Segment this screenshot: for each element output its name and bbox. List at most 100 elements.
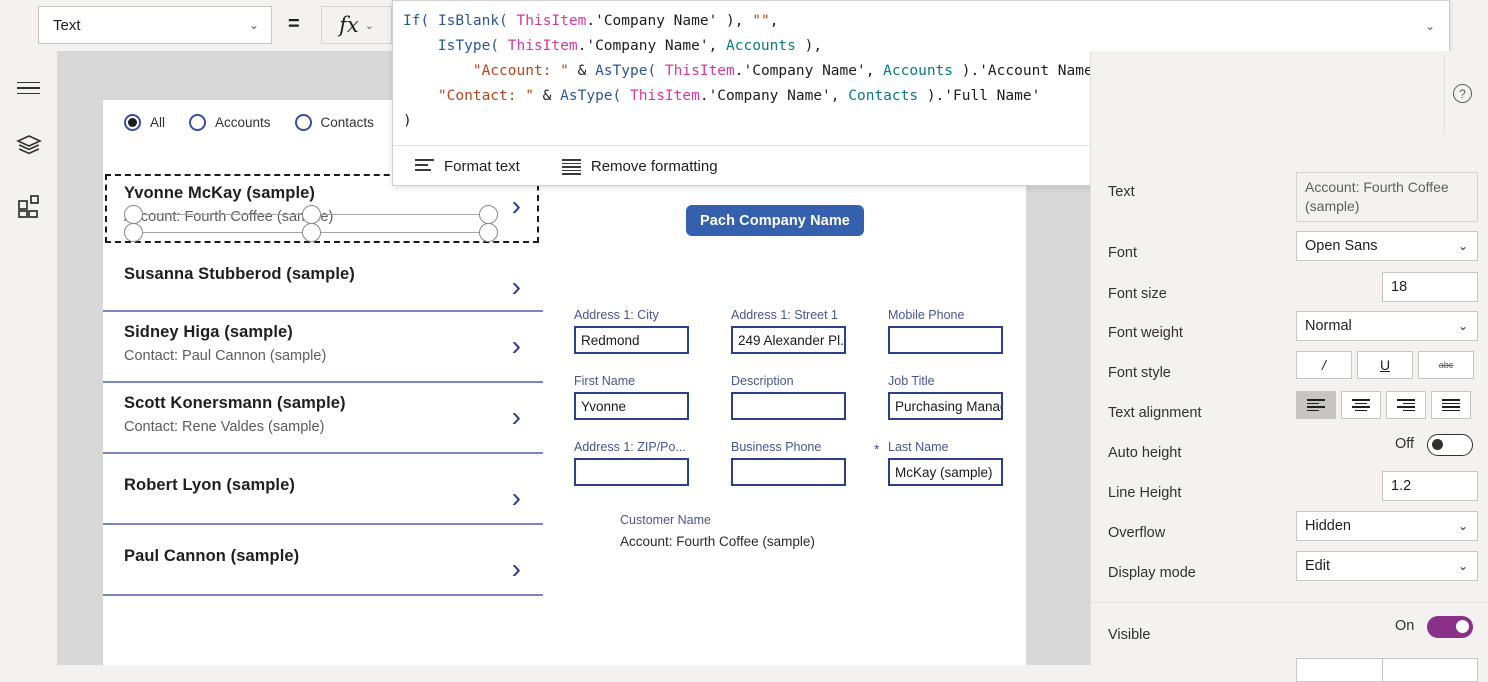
radio-accounts[interactable]: Accounts — [189, 114, 271, 131]
business-phone-input[interactable] — [731, 458, 846, 486]
field-last-name: * Last Name McKay (sample) — [888, 440, 1003, 486]
list-item[interactable]: Paul Cannon (sample) › — [103, 525, 543, 594]
field-address-street: Address 1: Street 1 249 Alexander Pl. — [731, 308, 846, 354]
field-address-city: Address 1: City Redmond — [574, 308, 689, 354]
display-mode-select-value: Edit — [1305, 558, 1330, 574]
list-item[interactable]: Robert Lyon (sample) › — [103, 454, 543, 523]
remove-formatting-icon — [562, 159, 581, 173]
font-weight-select-value: Normal — [1305, 318, 1352, 334]
description-input[interactable] — [731, 392, 846, 420]
chevron-right-icon[interactable]: › — [512, 484, 521, 512]
property-label-font-weight: Font weight — [1108, 325, 1183, 341]
menu-icon[interactable] — [0, 65, 57, 111]
radio-contacts[interactable]: Contacts — [295, 114, 374, 131]
chevron-down-icon: ⌄ — [1458, 239, 1468, 253]
overflow-select[interactable]: Hidden ⌄ — [1296, 511, 1478, 541]
field-first-name: First Name Yvonne — [574, 374, 689, 420]
address-street-input[interactable]: 249 Alexander Pl. — [731, 326, 846, 354]
last-name-input[interactable]: McKay (sample) — [888, 458, 1003, 486]
resize-handle[interactable] — [302, 205, 321, 224]
chevron-down-icon: ⌄ — [1458, 559, 1468, 573]
chevron-right-icon[interactable]: › — [512, 403, 521, 431]
italic-button[interactable]: / — [1296, 351, 1352, 379]
font-size-input[interactable]: 18 — [1382, 272, 1478, 302]
resize-handle[interactable] — [302, 223, 321, 242]
chevron-right-icon[interactable]: › — [512, 192, 521, 220]
chevron-down-icon[interactable]: ⌄ — [1425, 19, 1435, 33]
list-item[interactable]: Sidney Higa (sample) Contact: Paul Canno… — [103, 312, 543, 381]
property-label-line-height: Line Height — [1108, 485, 1181, 501]
align-right-button[interactable] — [1386, 391, 1426, 419]
chevron-down-icon: ⌄ — [249, 19, 271, 31]
chevron-down-icon: ⌄ — [365, 19, 374, 32]
required-asterisk: * — [874, 441, 879, 457]
align-right-icon — [1397, 399, 1415, 411]
position-x-input[interactable] — [1296, 658, 1392, 682]
text-property-value: Account: Fourth Coffee (sample) — [1296, 172, 1478, 222]
visible-state: On — [1395, 618, 1414, 634]
display-mode-select[interactable]: Edit ⌄ — [1296, 551, 1478, 581]
property-label-display-mode: Display mode — [1108, 565, 1196, 581]
radio-all[interactable]: All — [124, 114, 165, 131]
divider — [1444, 55, 1445, 133]
line-height-input[interactable]: 1.2 — [1382, 471, 1478, 501]
equals-sign: = — [288, 13, 300, 36]
overflow-select-value: Hidden — [1305, 518, 1351, 534]
position-y-input[interactable] — [1382, 658, 1478, 682]
field-description: Description — [731, 374, 846, 420]
resize-handle[interactable] — [124, 223, 143, 242]
radio-dot-icon — [295, 114, 312, 131]
gallery[interactable]: Yvonne McKay (sample) Account: Fourth Co… — [103, 174, 543, 614]
format-text-button[interactable]: Format text — [415, 158, 520, 175]
field-job-title: Job Title Purchasing Manager — [888, 374, 1003, 420]
property-label-font-size: Font size — [1108, 286, 1167, 302]
resize-handle[interactable] — [479, 223, 498, 242]
align-left-icon — [1307, 399, 1325, 411]
auto-height-toggle[interactable] — [1427, 434, 1473, 456]
underline-button[interactable]: U — [1357, 351, 1413, 379]
help-icon[interactable]: ? — [1453, 84, 1472, 103]
filter-radio-group[interactable]: All Accounts Contacts — [124, 114, 374, 131]
job-title-input[interactable]: Purchasing Manager — [888, 392, 1003, 420]
font-select[interactable]: Open Sans ⌄ — [1296, 231, 1478, 261]
list-item[interactable]: Scott Konersmann (sample) Contact: Rene … — [103, 383, 543, 452]
field-address-zip: Address 1: ZIP/Po... — [574, 440, 689, 486]
mobile-phone-input[interactable] — [888, 326, 1003, 354]
radio-dot-icon — [124, 114, 141, 131]
insert-icon[interactable] — [0, 183, 57, 229]
chevron-right-icon[interactable]: › — [512, 332, 521, 360]
address-city-input[interactable]: Redmond — [574, 326, 689, 354]
patch-company-name-button[interactable]: Pach Company Name — [686, 205, 864, 236]
font-style-segmented[interactable]: / U abc — [1296, 351, 1474, 379]
auto-height-state: Off — [1395, 436, 1414, 452]
resize-handle[interactable] — [124, 205, 143, 224]
text-alignment-segmented[interactable] — [1296, 391, 1471, 419]
property-dropdown-value: Text — [39, 17, 249, 34]
format-text-icon — [415, 159, 434, 173]
strikethrough-button[interactable]: abc — [1418, 351, 1474, 379]
fx-button[interactable]: 𝑓x ⌄ — [321, 6, 392, 44]
resize-handle[interactable] — [479, 205, 498, 224]
visible-toggle[interactable] — [1427, 616, 1473, 638]
tree-view-icon[interactable] — [0, 123, 57, 169]
font-select-value: Open Sans — [1305, 238, 1378, 254]
divider — [1091, 602, 1488, 603]
property-dropdown[interactable]: Text ⌄ — [38, 6, 272, 44]
first-name-input[interactable]: Yvonne — [574, 392, 689, 420]
chevron-right-icon[interactable]: › — [512, 555, 521, 583]
left-rail — [0, 51, 58, 665]
field-business-phone: Business Phone — [731, 440, 846, 486]
address-zip-input[interactable] — [574, 458, 689, 486]
chevron-down-icon: ⌄ — [1458, 519, 1468, 533]
align-center-icon — [1352, 399, 1370, 411]
chevron-right-icon[interactable]: › — [512, 273, 521, 301]
list-item[interactable]: Susanna Stubberod (sample) › — [103, 244, 543, 310]
font-weight-select[interactable]: Normal ⌄ — [1296, 311, 1478, 341]
chevron-down-icon: ⌄ — [1458, 319, 1468, 333]
align-justify-icon — [1442, 399, 1460, 411]
align-center-button[interactable] — [1341, 391, 1381, 419]
remove-formatting-button[interactable]: Remove formatting — [562, 158, 718, 175]
property-label-text: Text — [1108, 184, 1135, 200]
align-left-button[interactable] — [1296, 391, 1336, 419]
align-justify-button[interactable] — [1431, 391, 1471, 419]
